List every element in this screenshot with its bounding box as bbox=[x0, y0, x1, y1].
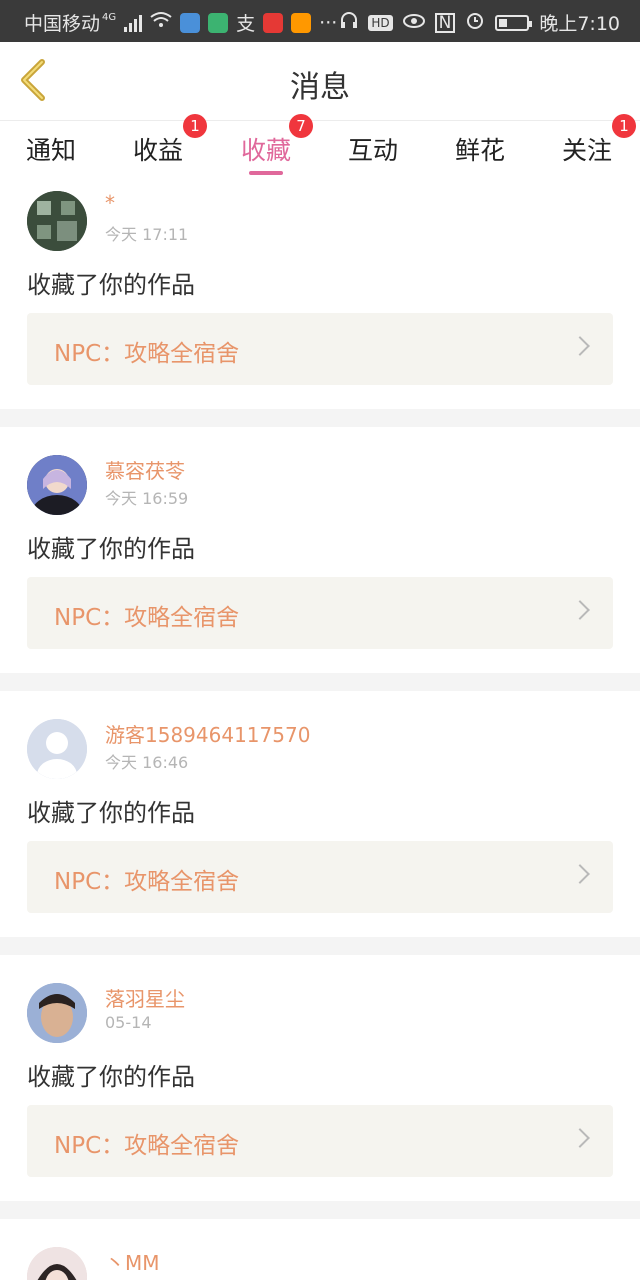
message-text: 收藏了你的作品 bbox=[27, 271, 195, 299]
message-item: 慕容茯苓 今天 16:59 收藏了你的作品 NPC：攻略全宿舍 bbox=[0, 445, 640, 691]
message-text: 收藏了你的作品 bbox=[27, 1063, 195, 1091]
tab-favorites[interactable]: 收藏 bbox=[241, 131, 291, 167]
message-text: 收藏了你的作品 bbox=[27, 799, 195, 827]
tab-earnings[interactable]: 收益 bbox=[133, 131, 183, 167]
clock-time: 晚上7:10 bbox=[539, 13, 620, 35]
divider bbox=[0, 1201, 640, 1219]
work-title: NPC：攻略全宿舍 bbox=[54, 869, 240, 895]
username[interactable]: 丶MM bbox=[105, 1247, 160, 1276]
signal-icon bbox=[124, 14, 143, 32]
username[interactable]: 落羽星尘 bbox=[105, 983, 185, 1012]
chevron-right-icon bbox=[570, 336, 590, 356]
username[interactable]: 慕容茯苓 bbox=[105, 455, 185, 484]
chevron-right-icon bbox=[570, 864, 590, 884]
message-text: 收藏了你的作品 bbox=[27, 535, 195, 563]
alarm-icon bbox=[465, 10, 485, 35]
work-card[interactable]: NPC：攻略全宿舍 bbox=[27, 1105, 613, 1177]
message-item: * 今天 17:11 收藏了你的作品 NPC：攻略全宿舍 bbox=[0, 181, 640, 427]
app-notification-icon bbox=[180, 12, 201, 33]
more-notifications-icon: ··· bbox=[319, 11, 338, 34]
username[interactable]: 游客1589464117570 bbox=[105, 719, 310, 748]
video-app-icon bbox=[208, 12, 229, 33]
page-title: 消息 bbox=[290, 70, 350, 105]
work-card[interactable]: NPC：攻略全宿舍 bbox=[27, 313, 613, 385]
tab-favorites-badge: 7 bbox=[289, 114, 313, 138]
divider bbox=[0, 409, 640, 427]
avatar[interactable] bbox=[27, 1247, 87, 1280]
message-time: 今天 16:59 bbox=[105, 489, 189, 508]
status-bar: 中国移动 4G 支 ··· HD N 晚上7:10 bbox=[0, 0, 640, 42]
work-card[interactable]: NPC：攻略全宿舍 bbox=[27, 577, 613, 649]
message-time: 05-14 bbox=[105, 1013, 152, 1032]
avatar[interactable] bbox=[27, 719, 87, 779]
tab-follows[interactable]: 关注 bbox=[562, 131, 612, 167]
wifi-icon bbox=[150, 11, 172, 34]
nfc-icon: N bbox=[434, 12, 456, 33]
nav-header: 消息 bbox=[0, 42, 640, 121]
chevron-right-icon bbox=[570, 1128, 590, 1148]
avatar[interactable] bbox=[27, 191, 87, 251]
tab-interactions[interactable]: 互动 bbox=[348, 131, 398, 167]
work-card[interactable]: NPC：攻略全宿舍 bbox=[27, 841, 613, 913]
network-type: 4G bbox=[102, 11, 117, 23]
tab-follows-badge: 1 bbox=[612, 114, 636, 138]
alipay-icon: 支 bbox=[236, 13, 256, 35]
active-tab-indicator bbox=[249, 171, 283, 175]
battery-icon bbox=[495, 14, 533, 31]
username[interactable]: * bbox=[105, 191, 115, 215]
hd-icon: HD bbox=[368, 14, 393, 31]
headphones-icon bbox=[340, 11, 358, 34]
message-item: 落羽星尘 05-14 收藏了你的作品 NPC：攻略全宿舍 bbox=[0, 973, 640, 1219]
avatar[interactable] bbox=[27, 455, 87, 515]
work-title: NPC：攻略全宿舍 bbox=[54, 1133, 240, 1159]
carrier-label: 中国移动 bbox=[24, 13, 101, 35]
work-title: NPC：攻略全宿舍 bbox=[54, 341, 240, 367]
tab-bar: 通知 收益 1 收藏 7 互动 鲜花 关注 1 bbox=[0, 114, 640, 179]
divider bbox=[0, 937, 640, 955]
message-time: 今天 17:11 bbox=[105, 225, 189, 244]
tab-flowers[interactable]: 鲜花 bbox=[455, 131, 505, 167]
message-item: 游客1589464117570 今天 16:46 收藏了你的作品 NPC：攻略全… bbox=[0, 709, 640, 955]
work-title: NPC：攻略全宿舍 bbox=[54, 605, 240, 631]
video-player-icon bbox=[263, 12, 284, 33]
eye-icon bbox=[402, 12, 425, 34]
tab-notifications[interactable]: 通知 bbox=[26, 131, 76, 167]
58-app-icon bbox=[291, 12, 312, 33]
chevron-right-icon bbox=[570, 600, 590, 620]
message-item: 丶MM bbox=[0, 1237, 640, 1280]
message-time: 今天 16:46 bbox=[105, 753, 189, 772]
divider bbox=[0, 673, 640, 691]
avatar[interactable] bbox=[27, 983, 87, 1043]
tab-earnings-badge: 1 bbox=[183, 114, 207, 138]
